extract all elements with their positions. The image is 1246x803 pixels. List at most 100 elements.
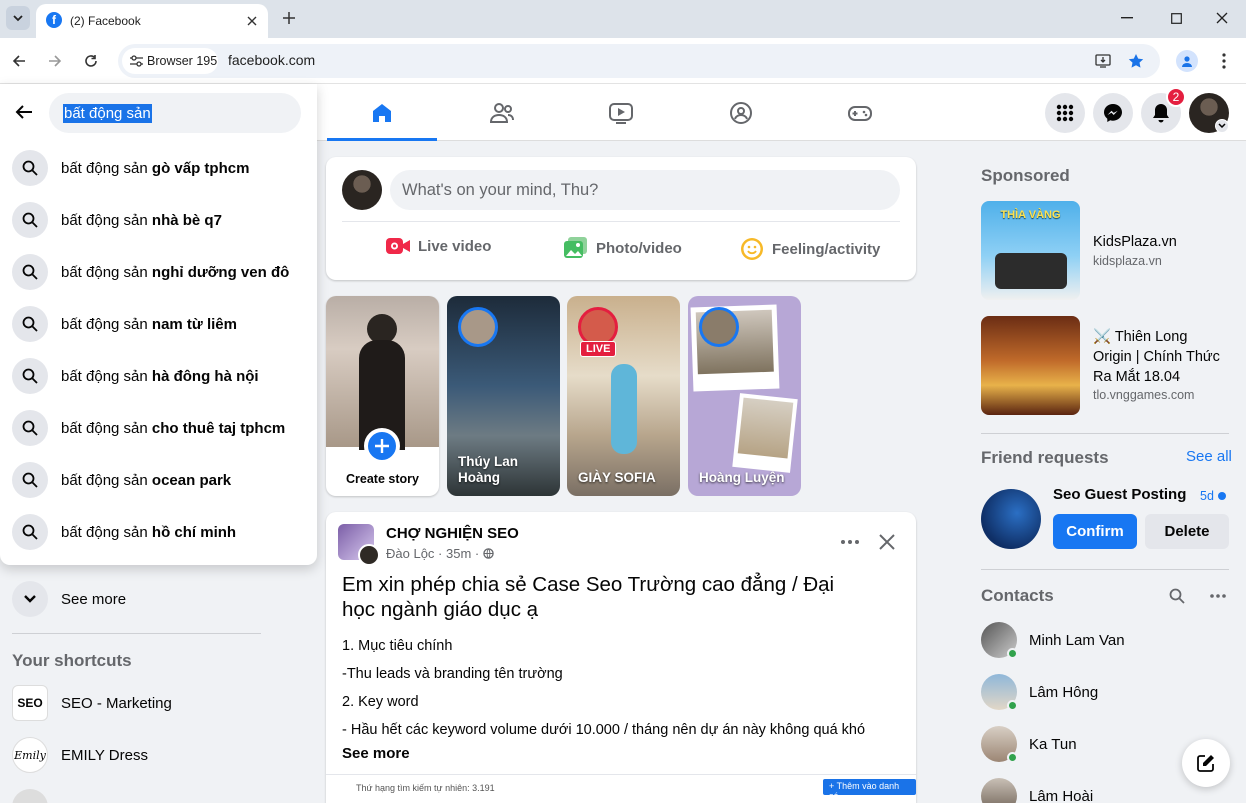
tab-friends[interactable]	[447, 84, 557, 141]
post-image-preview[interactable]: Thứ hạng tìm kiếm tự nhiên: 3.191 + Thêm…	[326, 774, 916, 803]
tab-close-icon[interactable]	[242, 11, 262, 31]
chevron-down-icon	[12, 581, 48, 617]
ad-item[interactable]: ⚔️ Thiên Long Origin | Chính Thức Ra Mắt…	[981, 316, 1231, 416]
search-icon	[12, 514, 48, 550]
story-card[interactable]: Hoàng Luyện	[688, 296, 801, 496]
contact-item[interactable]: Lâm Hông	[981, 666, 1098, 718]
search-suggestion[interactable]: bất động sản nhà bè q7	[12, 194, 222, 246]
search-suggestion[interactable]: bất động sản nam từ liêm	[12, 298, 237, 350]
back-arrow-icon[interactable]	[8, 50, 30, 72]
site-info-chip[interactable]: Browser 195	[122, 48, 218, 74]
story-card[interactable]: LIVE GIÀY SOFIA	[567, 296, 680, 496]
window-close-icon[interactable]	[1212, 8, 1232, 28]
feeling-activity-button[interactable]: Feeling/activity	[740, 237, 880, 261]
story-avatar	[699, 307, 739, 347]
search-input[interactable]: bất động sản	[49, 93, 301, 133]
tab-list-button[interactable]	[6, 6, 30, 30]
more-options-icon[interactable]	[1207, 585, 1229, 607]
tab-title: (2) Facebook	[70, 14, 141, 28]
tab-groups[interactable]	[686, 84, 796, 141]
shortcut-avatar[interactable]	[12, 789, 48, 803]
confirm-button[interactable]: Confirm	[1053, 514, 1137, 549]
search-suggestion[interactable]: bất động sản nghỉ dưỡng ven đô	[12, 246, 289, 298]
author-avatar[interactable]	[358, 544, 380, 566]
contact-item[interactable]: Ka Tun	[981, 718, 1077, 770]
shortcut-item[interactable]: Emily EMILY Dress	[12, 737, 148, 773]
url-text[interactable]: facebook.com	[228, 52, 315, 68]
suggestion-text: bất động sản ocean park	[61, 472, 231, 489]
request-avatar[interactable]	[981, 489, 1041, 549]
profile-icon[interactable]	[1176, 50, 1198, 72]
browser-tab-strip: f (2) Facebook	[0, 0, 1246, 38]
search-suggestion[interactable]: bất động sản gò vấp tphcm	[12, 142, 249, 194]
group-name[interactable]: CHỢ NGHIỆN SEO	[386, 525, 519, 542]
contact-item[interactable]: Minh Lam Van	[981, 614, 1125, 666]
suggestion-text: bất động sản nhà bè q7	[61, 212, 222, 229]
author-name[interactable]: Đào Lộc	[386, 546, 434, 561]
plus-icon	[364, 428, 400, 464]
new-tab-icon[interactable]	[279, 8, 299, 28]
ad-item[interactable]: THÌA VÀNG KidsPlaza.vn kidsplaza.vn	[981, 201, 1231, 301]
post-time[interactable]: 35m	[446, 546, 471, 561]
more-options-icon[interactable]	[838, 530, 862, 554]
minimize-icon[interactable]	[1117, 8, 1137, 28]
suggestion-suffix: hồ chí minh	[151, 523, 237, 541]
contact-avatar	[981, 622, 1018, 659]
contact-avatar	[981, 674, 1018, 711]
forward-arrow-icon[interactable]	[44, 50, 66, 72]
back-arrow-icon[interactable]	[8, 96, 40, 128]
live-video-icon	[386, 238, 410, 254]
install-app-icon[interactable]	[1093, 51, 1113, 71]
search-suggestion[interactable]: bất động sản ocean park	[12, 454, 231, 506]
search-suggestion[interactable]: bất động sản cho thuê taj tphcm	[12, 402, 285, 454]
shortcut-item[interactable]: SEO SEO - Marketing	[12, 685, 172, 721]
close-icon[interactable]	[875, 530, 899, 554]
shortcut-avatar: Emily	[12, 737, 48, 773]
tab-gaming[interactable]	[805, 84, 915, 141]
story-card[interactable]: Thúy Lan Hoàng	[447, 296, 560, 496]
new-message-button[interactable]	[1182, 739, 1230, 787]
see-more-link[interactable]: See more	[342, 745, 410, 762]
create-story-card[interactable]: Create story	[326, 296, 439, 496]
story-name: GIÀY SOFIA	[578, 470, 656, 485]
suggestion-prefix: bất động sản	[61, 315, 152, 333]
account-avatar[interactable]	[1189, 93, 1229, 133]
maximize-icon[interactable]	[1166, 8, 1186, 28]
site-label: Browser 195	[147, 54, 218, 68]
user-avatar[interactable]	[342, 170, 382, 210]
search-suggestion[interactable]: bất động sản hà đông hà nội	[12, 350, 259, 402]
delete-button[interactable]: Delete	[1145, 514, 1229, 549]
photo-video-button[interactable]: Photo/video	[564, 237, 682, 259]
see-all-link[interactable]: See all	[1186, 448, 1232, 465]
menu-grid-button[interactable]	[1045, 93, 1085, 133]
search-icon[interactable]	[1166, 585, 1188, 607]
contact-item[interactable]: Lâm Hoài	[981, 770, 1093, 803]
messenger-button[interactable]	[1093, 93, 1133, 133]
suggestion-suffix: gò vấp tphcm	[151, 159, 250, 177]
shortcut-label: EMILY Dress	[61, 746, 148, 764]
browser-menu-icon[interactable]	[1214, 50, 1234, 72]
search-suggestion[interactable]: bất động sản hồ chí minh	[12, 506, 236, 558]
compose-icon	[1197, 755, 1214, 772]
composer-input[interactable]: What's on your mind, Thu?	[390, 170, 900, 210]
preview-text: Thứ hạng tìm kiếm tự nhiên: 3.191	[356, 783, 495, 793]
reload-icon[interactable]	[80, 50, 102, 72]
request-name[interactable]: Seo Guest Posting	[1053, 486, 1186, 503]
messenger-icon	[1104, 104, 1122, 122]
live-video-button[interactable]: Live video	[386, 237, 491, 255]
contact-name: Lâm Hông	[1029, 683, 1099, 701]
notifications-button[interactable]: 2	[1141, 87, 1186, 133]
see-more-button[interactable]: See more	[12, 581, 126, 617]
omnibox[interactable]: Browser 195 facebook.com	[118, 44, 1160, 78]
tab-home[interactable]	[327, 84, 437, 141]
search-query-text[interactable]: bất động sản	[63, 104, 152, 123]
ad-title: ⚔️ Thiên Long Origin | Chính Thức Ra Mắt…	[1093, 329, 1220, 385]
ad-domain: tlo.vnggames.com	[1093, 388, 1195, 402]
facebook-favicon-icon: f	[46, 12, 62, 28]
divider	[981, 433, 1229, 434]
contacts-heading: Contacts	[981, 586, 1054, 605]
suggestion-suffix: nam từ liêm	[151, 315, 237, 333]
tab-watch[interactable]	[566, 84, 676, 141]
browser-tab[interactable]: f (2) Facebook	[36, 4, 268, 38]
bookmark-star-icon[interactable]	[1126, 51, 1146, 71]
